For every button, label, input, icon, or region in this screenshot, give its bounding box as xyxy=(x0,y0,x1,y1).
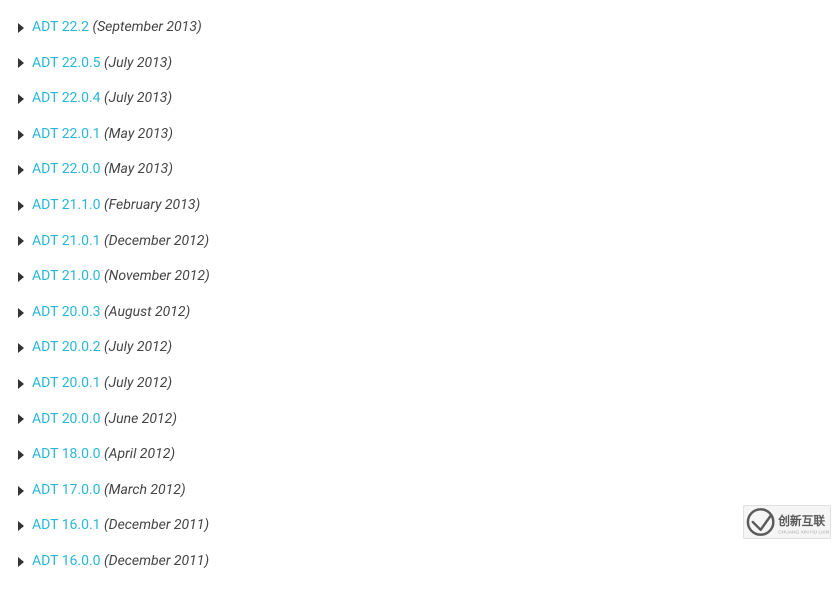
version-link[interactable]: ADT 20.0.3 xyxy=(32,303,101,323)
expand-arrow-icon xyxy=(18,379,24,389)
expand-arrow-icon xyxy=(18,414,24,424)
watermark-text: 创新互联 xyxy=(777,514,825,528)
version-list: ADT 22.2 (September 2013) ADT 22.0.5 (Ju… xyxy=(0,0,839,590)
list-item[interactable]: ADT 20.0.3 (August 2012) xyxy=(18,295,839,331)
version-link[interactable]: ADT 22.0.5 xyxy=(32,54,101,74)
version-date: (July 2013) xyxy=(104,89,172,109)
list-item[interactable]: ADT 16.0.0 (December 2011) xyxy=(18,544,839,580)
list-item[interactable]: ADT 20.0.0 (June 2012) xyxy=(18,402,839,438)
expand-arrow-icon xyxy=(18,94,24,104)
version-link[interactable]: ADT 22.0.1 xyxy=(32,125,101,145)
version-date: (May 2013) xyxy=(104,160,173,180)
version-link[interactable]: ADT 21.0.0 xyxy=(32,267,101,287)
version-date: (August 2012) xyxy=(104,303,190,323)
list-item[interactable]: ADT 22.0.0 (May 2013) xyxy=(18,152,839,188)
version-date: (March 2012) xyxy=(104,481,186,501)
version-date: (September 2013) xyxy=(92,18,201,38)
list-item[interactable]: ADT 20.0.1 (July 2012) xyxy=(18,366,839,402)
version-date: (July 2012) xyxy=(104,338,172,358)
version-date: (December 2011) xyxy=(104,516,209,536)
list-item[interactable]: ADT 22.0.4 (July 2013) xyxy=(18,81,839,117)
version-link[interactable]: ADT 16.0.1 xyxy=(32,516,101,536)
list-item[interactable]: ADT 22.0.1 (May 2013) xyxy=(18,117,839,153)
expand-arrow-icon xyxy=(18,343,24,353)
version-link[interactable]: ADT 16.0.0 xyxy=(32,552,101,572)
version-link[interactable]: ADT 21.1.0 xyxy=(32,196,101,216)
svg-text:CHUANG XIN HU LIAN: CHUANG XIN HU LIAN xyxy=(778,530,830,536)
list-item[interactable]: ADT 17.0.0 (March 2012) xyxy=(18,473,839,509)
version-date: (July 2013) xyxy=(104,54,172,74)
list-item[interactable]: ADT 18.0.0 (April 2012) xyxy=(18,437,839,473)
version-date: (April 2012) xyxy=(104,445,175,465)
expand-arrow-icon xyxy=(18,58,24,68)
list-item[interactable]: ADT 21.0.1 (December 2012) xyxy=(18,224,839,260)
list-item[interactable]: ADT 22.0.5 (July 2013) xyxy=(18,46,839,82)
expand-arrow-icon xyxy=(18,557,24,567)
version-link[interactable]: ADT 22.0.4 xyxy=(32,89,101,109)
version-date: (July 2012) xyxy=(104,374,172,394)
expand-arrow-icon xyxy=(18,308,24,318)
version-link[interactable]: ADT 22.0.0 xyxy=(32,160,101,180)
watermark-logo: 创新互联 CHUANG XIN HU LIAN xyxy=(743,505,831,539)
list-item[interactable]: ADT 20.0.2 (July 2012) xyxy=(18,330,839,366)
expand-arrow-icon xyxy=(18,486,24,496)
version-link[interactable]: ADT 21.0.1 xyxy=(32,232,101,252)
expand-arrow-icon xyxy=(18,450,24,460)
version-link[interactable]: ADT 18.0.0 xyxy=(32,445,101,465)
expand-arrow-icon xyxy=(18,130,24,140)
list-item[interactable]: ADT 16.0.1 (December 2011) xyxy=(18,508,839,544)
expand-arrow-icon xyxy=(18,23,24,33)
expand-arrow-icon xyxy=(18,201,24,211)
version-date: (December 2012) xyxy=(104,232,209,252)
version-date: (November 2012) xyxy=(104,267,210,287)
list-item[interactable]: ADT 21.0.0 (November 2012) xyxy=(18,259,839,295)
expand-arrow-icon xyxy=(18,272,24,282)
expand-arrow-icon xyxy=(18,521,24,531)
expand-arrow-icon xyxy=(18,165,24,175)
version-link[interactable]: ADT 17.0.0 xyxy=(32,481,101,501)
version-link[interactable]: ADT 20.0.0 xyxy=(32,410,101,430)
version-date: (June 2012) xyxy=(104,410,177,430)
version-link[interactable]: ADT 22.2 xyxy=(32,18,89,38)
version-link[interactable]: ADT 20.0.2 xyxy=(32,338,101,358)
list-item[interactable]: ADT 21.1.0 (February 2013) xyxy=(18,188,839,224)
expand-arrow-icon xyxy=(18,236,24,246)
version-date: (February 2013) xyxy=(104,196,200,216)
version-link[interactable]: ADT 20.0.1 xyxy=(32,374,101,394)
list-item[interactable]: ADT 22.2 (September 2013) xyxy=(18,10,839,46)
version-date: (December 2011) xyxy=(104,552,209,572)
version-date: (May 2013) xyxy=(104,125,173,145)
